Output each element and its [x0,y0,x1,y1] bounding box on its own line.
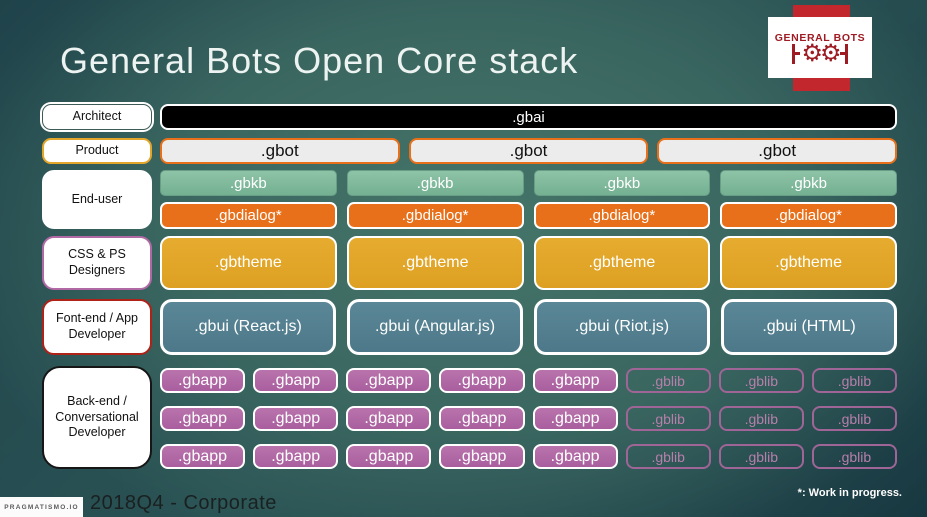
gblib-box: .gblib [811,368,897,393]
gblib-box: .gblib [811,406,897,431]
gbapp-box: .gbapp [346,368,432,393]
row-gbot: .gbot .gbot .gbot [160,138,898,164]
work-in-progress-note: *: Work in progress. [797,487,902,499]
gblib-box: .gblib [625,444,711,469]
gblib-box: .gblib [625,406,711,431]
general-bots-logo: GENERAL BOTS ⚙⚙ [768,17,872,78]
gbdialog-box: .gbdialog* [160,202,337,229]
gbapp-box: .gbapp [439,406,525,431]
row-label-product: Product [42,138,152,164]
gbtheme-box: .gbtheme [160,236,337,290]
row-label-backend-developer: Back-end / Conversational Developer [42,366,152,469]
gblib-box: .gblib [811,444,897,469]
pragmatismo-brand: PRAGMATISMO.IO [0,497,83,517]
gear-glyphs-icon: ⚙⚙ [801,39,841,67]
gbapp-box: .gbapp [253,368,339,393]
gbkb-box: .gbkb [346,170,524,196]
row-gbai: .gbai [160,104,897,130]
gears-icon: ⚙⚙ [792,39,848,67]
gbui-riot-box: .gbui (Riot.js) [534,299,710,355]
footer-version-text: 2018Q4 - Corporate [90,492,277,514]
gbapp-box: .gbapp [346,406,432,431]
gblib-box: .gblib [718,406,804,431]
row-gbapp-1: .gbapp .gbapp .gbapp .gbapp .gbapp .gbli… [160,368,897,393]
slide: General Bots Open Core stack GENERAL BOT… [0,0,927,517]
gear-bar-right-icon [844,43,848,64]
page-title: General Bots Open Core stack [60,40,579,81]
gbot-box: .gbot [657,138,898,164]
gbtheme-box: .gbtheme [533,236,711,290]
gbapp-box: .gbapp [532,406,618,431]
gbapp-box: .gbapp [253,444,339,469]
pragmatismo-brand-text: PRAGMATISMO.IO [4,503,79,511]
row-label-designers: CSS & PS Designers [42,236,152,290]
gbdialog-box: .gbdialog* [533,202,711,229]
gbapp-box: .gbapp [160,406,246,431]
gblib-box: .gblib [625,368,711,393]
gbapp-box: .gbapp [532,368,618,393]
gbkb-box: .gbkb [160,170,337,196]
row-gbtheme: .gbtheme .gbtheme .gbtheme .gbtheme [160,236,897,290]
gbui-angular-box: .gbui (Angular.js) [347,299,523,355]
row-label-end-user: End-user [42,170,152,229]
gbkb-box: .gbkb [533,170,711,196]
gbui-html-box: .gbui (HTML) [721,299,897,355]
gbot-box: .gbot [408,138,649,164]
gear-line-left-icon [795,52,801,55]
row-gbapp-2: .gbapp .gbapp .gbapp .gbapp .gbapp .gbli… [160,406,897,431]
gbapp-box: .gbapp [160,368,246,393]
gbapp-box: .gbapp [439,368,525,393]
gblib-box: .gblib [718,368,804,393]
row-label-architect: Architect [42,104,152,130]
gbot-box: .gbot [160,138,400,164]
gbui-react-box: .gbui (React.js) [160,299,336,355]
row-gbkb: .gbkb .gbkb .gbkb .gbkb [160,170,897,196]
gbdialog-box: .gbdialog* [346,202,524,229]
row-gbui: .gbui (React.js) .gbui (Angular.js) .gbu… [160,299,897,355]
gbai-box: .gbai [160,104,897,130]
gbtheme-box: .gbtheme [346,236,524,290]
gbtheme-box: .gbtheme [720,236,897,290]
gbdialog-box: .gbdialog* [720,202,897,229]
row-gbdialog: .gbdialog* .gbdialog* .gbdialog* .gbdial… [160,202,897,229]
gbkb-box: .gbkb [720,170,897,196]
row-gbapp-3: .gbapp .gbapp .gbapp .gbapp .gbapp .gbli… [160,444,897,469]
gbapp-box: .gbapp [532,444,618,469]
gbapp-box: .gbapp [160,444,246,469]
gbapp-box: .gbapp [346,444,432,469]
gbapp-box: .gbapp [439,444,525,469]
gbapp-box: .gbapp [253,406,339,431]
gblib-box: .gblib [718,444,804,469]
row-label-frontend-developer: Font-end / App Developer [42,299,152,355]
